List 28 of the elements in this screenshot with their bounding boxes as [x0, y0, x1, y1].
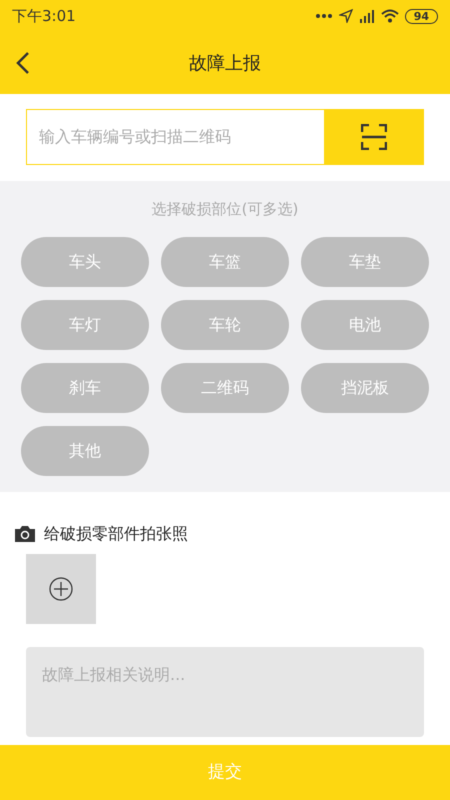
wifi-icon — [380, 9, 399, 23]
part-chip[interactable]: 车头 — [21, 236, 149, 286]
camera-icon — [14, 524, 36, 542]
status-time: 下午3:01 — [12, 6, 76, 27]
part-chip[interactable]: 挡泥板 — [301, 362, 429, 412]
back-icon — [16, 51, 30, 75]
description-field[interactable]: 故障上报相关说明... — [26, 646, 424, 736]
part-chip[interactable]: 车篮 — [161, 236, 289, 286]
location-arrow-icon — [338, 9, 353, 23]
more-icon — [314, 13, 333, 19]
part-chip[interactable]: 车轮 — [161, 300, 289, 350]
submit-button[interactable]: 提交 — [0, 745, 450, 800]
battery-indicator: 94 — [404, 8, 438, 24]
scan-icon — [361, 124, 387, 150]
vehicle-search-field[interactable]: 输入车辆编号或扫描二维码 — [26, 109, 324, 165]
part-chip[interactable]: 电池 — [301, 300, 429, 350]
part-chip[interactable]: 车灯 — [21, 300, 149, 350]
signal-icon — [358, 8, 375, 24]
part-chip[interactable]: 其他 — [21, 426, 149, 476]
add-photo-button[interactable] — [26, 554, 96, 624]
part-chip[interactable]: 二维码 — [161, 362, 289, 412]
scan-button[interactable] — [324, 109, 424, 165]
photo-label: 给破损零部件拍张照 — [44, 522, 188, 544]
part-chip[interactable]: 车垫 — [301, 236, 429, 286]
part-chip[interactable]: 刹车 — [21, 362, 149, 412]
page-title: 故障上报 — [189, 52, 261, 76]
section-title: 选择破损部位(可多选) — [152, 199, 298, 220]
add-icon — [49, 576, 73, 600]
